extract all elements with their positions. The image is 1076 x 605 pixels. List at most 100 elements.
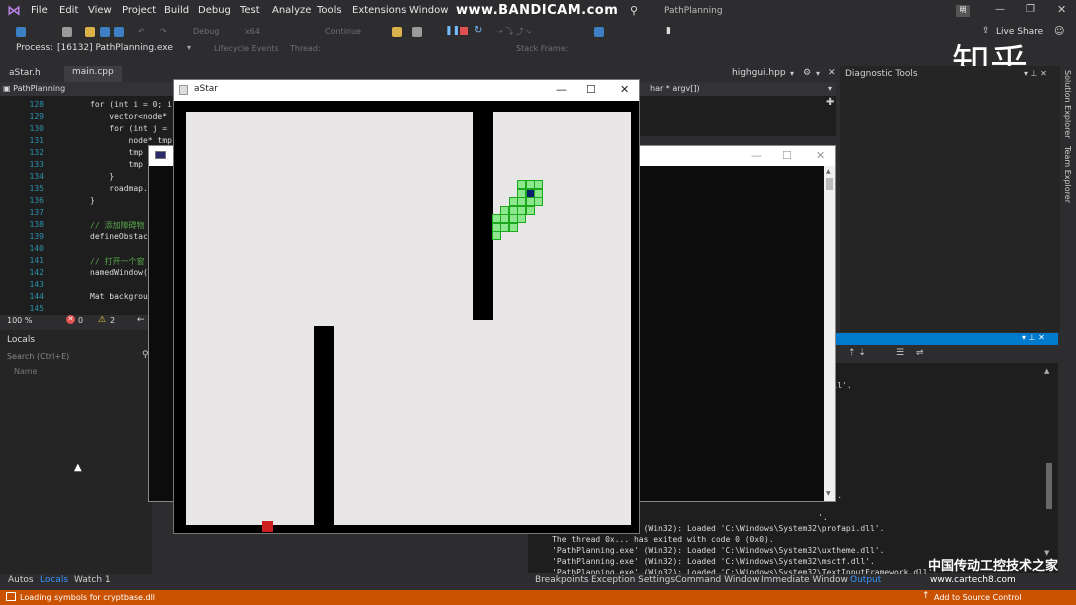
console-scroll-up-icon[interactable]: ▲ xyxy=(826,168,831,175)
platform-select[interactable]: x64 xyxy=(245,27,260,36)
process-select[interactable]: [16132] PathPlanning.exe xyxy=(57,43,187,53)
code-line: node* tmp xyxy=(90,136,172,145)
output-scrollbar-thumb[interactable] xyxy=(1046,463,1052,509)
tab-watch1[interactable]: Watch 1 xyxy=(74,575,111,585)
diagnostic-tools-title: Diagnostic Tools xyxy=(845,69,918,79)
save-all-icon[interactable] xyxy=(114,27,124,37)
astar-close-icon[interactable]: ✕ xyxy=(620,83,629,96)
function-signature[interactable]: har * argv[]) xyxy=(650,84,700,93)
chevron-down-icon[interactable]: ▾ xyxy=(187,43,191,52)
diag-pin-icon[interactable]: ▾ ⊥ ✕ xyxy=(1024,69,1047,78)
stop-debugging-icon[interactable] xyxy=(460,27,468,35)
solution-explorer-tab[interactable]: Solution Explorer xyxy=(1063,70,1072,138)
pin-dropdown-icon[interactable]: ▾ xyxy=(816,69,820,78)
tab-exception-settings[interactable]: Exception Settings xyxy=(591,575,675,585)
astar-grid-canvas[interactable] xyxy=(186,112,631,532)
search-icon[interactable]: ⚲ xyxy=(630,4,638,17)
feedback-icon[interactable]: ☺ xyxy=(1054,26,1064,37)
tab-immediate-window[interactable]: Immediate Window xyxy=(761,575,848,585)
status-bar: Loading symbols for cryptbase.dll ↑ Add … xyxy=(0,590,1076,605)
maximize-icon[interactable]: ❐ xyxy=(1026,4,1035,15)
thread-icon[interactable] xyxy=(594,27,604,37)
add-to-source-control-button[interactable]: Add to Source Control xyxy=(934,593,1022,602)
console-scroll-down-icon[interactable]: ▼ xyxy=(826,490,831,497)
step-icons[interactable]: ➝ ⤵ ⤴ ⤷ xyxy=(496,26,531,37)
restart-icon[interactable]: ↻ xyxy=(474,25,482,36)
solution-name: PathPlanning xyxy=(664,6,723,16)
menu-file[interactable]: File xyxy=(31,5,48,16)
split-view-icon[interactable]: ✚ xyxy=(826,97,834,108)
astar-window[interactable]: aStar — ☐ ✕ xyxy=(173,79,640,534)
output-pin-icon[interactable]: ▾ ⊥ ✕ xyxy=(1022,333,1045,342)
tab-autos[interactable]: Autos xyxy=(8,575,34,585)
team-explorer-tab[interactable]: Team Explorer xyxy=(1063,146,1072,203)
function-chevron-icon[interactable]: ▾ xyxy=(828,84,832,93)
site-watermark: 中国传动工控技术之家 xyxy=(928,559,1059,574)
output-scroll-up-icon[interactable]: ▲ xyxy=(1044,367,1049,375)
undo-icon[interactable]: ↶ xyxy=(138,27,145,36)
lifecycle-events-button[interactable]: Lifecycle Events xyxy=(214,44,279,53)
menu-window[interactable]: Window xyxy=(409,5,448,16)
menu-build[interactable]: Build xyxy=(164,5,189,16)
line-number: 128 xyxy=(29,100,44,109)
camera-icon[interactable] xyxy=(412,27,422,37)
line-number: 132 xyxy=(29,148,44,157)
minimize-icon[interactable]: — xyxy=(995,4,1005,15)
tab-astar-h[interactable]: aStar.h xyxy=(9,68,41,78)
menu-test[interactable]: Test xyxy=(240,5,260,16)
close-icon[interactable]: ✕ xyxy=(1057,3,1066,16)
astar-maximize-icon[interactable]: ☐ xyxy=(586,83,596,96)
menu-debug[interactable]: Debug xyxy=(198,5,231,16)
navigate-left-icon[interactable]: ← xyxy=(137,315,145,325)
menu-analyze[interactable]: Analyze xyxy=(272,5,311,16)
menu-project[interactable]: Project xyxy=(122,5,156,16)
line-number: 131 xyxy=(29,136,44,145)
navigate-back-icon[interactable] xyxy=(16,27,26,37)
redo-icon[interactable]: ↷ xyxy=(160,27,167,36)
tab-chevron-down-icon[interactable]: ▾ xyxy=(790,69,794,78)
clear-all-icon[interactable]: ☰ xyxy=(896,348,904,358)
project-dropdown[interactable]: ▣ PathPlanning xyxy=(3,84,65,93)
zoom-select[interactable]: 100 % xyxy=(7,316,32,325)
console-minimize-icon[interactable]: — xyxy=(751,149,762,162)
tab-main-cpp[interactable]: main.cpp xyxy=(64,66,122,82)
name-column-header: Name xyxy=(14,367,38,376)
menu-extensions[interactable]: Extensions xyxy=(352,5,406,16)
console-close-icon[interactable]: ✕ xyxy=(816,149,825,162)
tab-output[interactable]: Output xyxy=(850,575,881,585)
menu-edit[interactable]: Edit xyxy=(59,5,78,16)
tab-highgui-hpp[interactable]: highgui.hpp xyxy=(732,68,786,78)
break-all-icon[interactable]: ❚❚ xyxy=(445,26,460,36)
word-wrap-icon[interactable]: ⇌ xyxy=(916,348,924,358)
menu-tools[interactable]: Tools xyxy=(317,5,342,16)
error-count[interactable]: 0 xyxy=(78,316,83,325)
new-project-icon[interactable] xyxy=(62,27,72,37)
tab-breakpoints[interactable]: Breakpoints xyxy=(535,575,589,585)
menu-view[interactable]: View xyxy=(88,5,112,16)
open-file-icon[interactable] xyxy=(85,27,95,37)
code-line: for (int j = xyxy=(90,124,168,133)
locals-search-input[interactable]: Search (Ctrl+E) xyxy=(7,352,69,361)
solution-config-select[interactable]: Debug xyxy=(193,27,219,36)
tab-command-window[interactable]: Command Window xyxy=(675,575,760,585)
user-avatar[interactable]: 明 xyxy=(956,5,970,17)
upload-icon[interactable]: ↑ xyxy=(922,591,930,601)
path-cell xyxy=(525,205,535,215)
debug-icon[interactable] xyxy=(392,27,402,37)
console-scrollbar[interactable]: ▲ ▼ xyxy=(824,166,835,501)
find-message-icon[interactable]: ⇡ ⇣ xyxy=(848,348,866,358)
tab-locals[interactable]: Locals xyxy=(40,575,68,585)
warning-count[interactable]: 2 xyxy=(110,316,115,325)
console-maximize-icon[interactable]: ☐ xyxy=(782,149,792,162)
path-cell xyxy=(534,197,543,206)
code-line: namedWindow( xyxy=(90,268,148,277)
save-icon[interactable] xyxy=(100,27,110,37)
console-scroll-thumb[interactable] xyxy=(826,178,833,190)
settings-gear-icon[interactable]: ⚙ xyxy=(803,68,811,78)
code-editor-right[interactable] xyxy=(640,96,836,136)
continue-button[interactable]: Continue xyxy=(325,27,361,36)
close-tab-icon[interactable]: ✕ xyxy=(828,68,836,78)
output-line: 'PathPlanning.exe' (Win32): Loaded 'C:\W… xyxy=(528,546,885,555)
bookmark-icon[interactable]: ▮ xyxy=(666,26,671,36)
astar-minimize-icon[interactable]: — xyxy=(556,83,567,96)
